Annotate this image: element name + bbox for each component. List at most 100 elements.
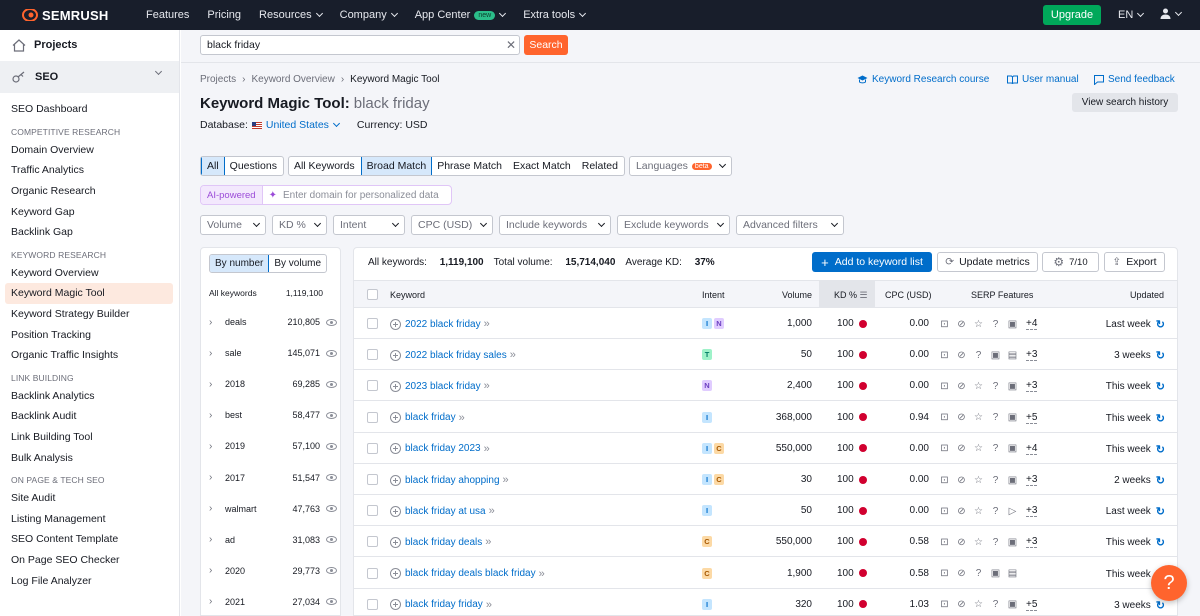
keyword-link[interactable]: 2022 black friday» [390, 318, 490, 330]
sort-by-volume[interactable]: By volume [269, 255, 326, 272]
table-row[interactable]: black friday deals» C 550,000 100 0.58 ⊡ ⊘ ☆? ▣ +… [354, 526, 1177, 558]
column-settings-button[interactable]: ⚙ 7/10 [1042, 252, 1099, 272]
header-keyword[interactable]: Keyword [390, 290, 425, 300]
header-cpc[interactable]: CPC (USD) [885, 290, 932, 300]
groups-header[interactable]: All keywords 1,119,100 [209, 288, 337, 298]
table-row[interactable]: black friday» I 368,000 100 0.94 ⊡ ⊘ ☆? ▣ +5 This … [354, 402, 1177, 433]
sidebar-item-keyword-overview[interactable]: Keyword Overview [0, 263, 179, 284]
group-row[interactable]: › deals 210,805 [209, 312, 337, 332]
keyword-link[interactable]: black friday at usa» [390, 505, 495, 517]
sidebar-item-organic-research[interactable]: Organic Research [0, 181, 179, 202]
refresh-icon[interactable]: ↻ [1156, 536, 1165, 549]
eye-icon[interactable] [326, 567, 337, 575]
select-all-checkbox[interactable] [367, 289, 378, 300]
chevron-right-icon[interactable]: › [209, 565, 225, 576]
chevron-right-icon[interactable]: › [209, 379, 225, 390]
group-row[interactable]: › 2019 57,100 [209, 436, 337, 456]
table-row[interactable]: black friday at usa» I 50 100 0.00 ⊡ ⊘ ☆? ▷ +3 Las… [354, 495, 1177, 527]
open-keyword-icon[interactable]: » [486, 599, 492, 611]
sidebar-item-seo-dashboard[interactable]: SEO Dashboard [0, 99, 179, 120]
sort-by-number[interactable]: By number [210, 255, 270, 272]
table-row[interactable]: black friday deals black friday» C 1,900 10… [354, 558, 1177, 589]
eye-icon[interactable] [326, 442, 337, 450]
refresh-icon[interactable]: ↻ [1156, 505, 1165, 518]
open-keyword-icon[interactable]: » [484, 380, 490, 392]
open-keyword-icon[interactable]: » [459, 412, 465, 424]
nav-features[interactable]: Features [146, 9, 189, 21]
clear-search-icon[interactable]: ✕ [506, 38, 516, 52]
keyword-link[interactable]: black friday deals black friday» [390, 568, 545, 580]
sidebar-item-log-file-analyzer[interactable]: Log File Analyzer [0, 570, 179, 591]
sidebar-item-backlink-audit[interactable]: Backlink Audit [0, 406, 179, 427]
group-row[interactable]: › 2017 51,547 [209, 468, 337, 488]
language-selector[interactable]: EN [1118, 9, 1145, 21]
refresh-icon[interactable]: ↻ [1156, 349, 1165, 362]
add-keyword-icon[interactable] [390, 412, 401, 424]
filter-cpc-usd-dropdown[interactable]: CPC (USD) [411, 215, 493, 235]
header-updated[interactable]: Updated [1130, 290, 1164, 300]
sidebar-item-traffic-analytics[interactable]: Traffic Analytics [0, 160, 179, 181]
filter-exclude-keywords-dropdown[interactable]: Exclude keywords [617, 215, 730, 235]
refresh-icon[interactable]: ↻ [1156, 318, 1165, 331]
table-row[interactable]: black friday ahopping» I C 30 100 0.00 ⊡ ⊘ ☆? ▣ +3… [354, 464, 1177, 495]
serp-more-count[interactable]: +3 [1026, 380, 1038, 393]
group-row[interactable]: › ad 31,083 [209, 530, 337, 550]
eye-icon[interactable] [326, 598, 337, 606]
sidebar-item-on-page-seo-checker[interactable]: On Page SEO Checker [0, 550, 179, 571]
refresh-icon[interactable]: ↻ [1156, 443, 1165, 456]
filter-phrase-match[interactable]: Phrase Match [432, 157, 508, 175]
eye-icon[interactable] [326, 474, 337, 481]
eye-icon[interactable] [326, 349, 337, 357]
keyword-link[interactable]: 2023 black friday» [390, 380, 490, 392]
group-row[interactable]: › sale 145,071 [209, 343, 337, 363]
open-keyword-icon[interactable]: » [484, 318, 490, 330]
row-checkbox[interactable] [367, 349, 378, 361]
row-checkbox[interactable] [367, 598, 378, 610]
keyword-link[interactable]: black friday ahopping» [390, 474, 509, 486]
chevron-right-icon[interactable]: › [209, 472, 225, 483]
serp-more-count[interactable]: +4 [1026, 443, 1038, 455]
keyword-link[interactable]: black friday» [390, 412, 465, 424]
refresh-icon[interactable]: ↻ [1156, 474, 1165, 487]
user-menu[interactable] [1160, 8, 1183, 19]
open-keyword-icon[interactable]: » [484, 443, 490, 455]
sidebar-seo-toggle[interactable]: SEO [0, 61, 179, 93]
sidebar-item-organic-traffic-insights[interactable]: Organic Traffic Insights [0, 345, 179, 366]
table-row[interactable]: 2023 black friday» N 2,400 100 0.00 ⊡ ⊘ ☆? ▣ +3 Th… [354, 370, 1177, 402]
sidebar-item-keyword-gap[interactable]: Keyword Gap [0, 201, 179, 222]
open-keyword-icon[interactable]: » [510, 349, 516, 361]
add-keyword-icon[interactable] [390, 505, 401, 517]
add-keyword-icon[interactable] [390, 474, 401, 486]
header-serp-features[interactable]: SERP Features [971, 290, 1033, 300]
sidebar-item-backlink-gap[interactable]: Backlink Gap [0, 222, 179, 243]
refresh-icon[interactable]: ↻ [1156, 599, 1165, 612]
chevron-right-icon[interactable]: › [209, 348, 225, 359]
sidebar-item-listing-management[interactable]: Listing Management [0, 509, 179, 530]
header-kd[interactable]: KD % ☰ [834, 290, 868, 301]
ai-domain-input[interactable]: AI-powered ✦ Enter domain for personalize… [200, 185, 452, 205]
eye-icon[interactable] [326, 411, 337, 419]
search-button[interactable]: Search [524, 35, 568, 55]
update-metrics-button[interactable]: ⟳ Update metrics [937, 252, 1038, 272]
add-keyword-icon[interactable] [390, 318, 401, 330]
sidebar-item-backlink-analytics[interactable]: Backlink Analytics [0, 386, 179, 407]
semrush-logo[interactable]: SEMRUSH [22, 8, 142, 23]
filter-intent-dropdown[interactable]: Intent [333, 215, 405, 235]
serp-more-count[interactable]: +3 [1026, 505, 1038, 518]
sidebar-item-position-tracking[interactable]: Position Tracking [0, 324, 179, 345]
keyword-link[interactable]: black friday 2023» [390, 443, 490, 455]
sidebar-item-keyword-magic-tool[interactable]: Keyword Magic Tool [5, 283, 173, 304]
send-feedback-link[interactable]: Send feedback [1094, 74, 1175, 85]
open-keyword-icon[interactable]: » [485, 536, 491, 548]
chevron-right-icon[interactable]: › [209, 503, 225, 514]
filter-advanced-filters-dropdown[interactable]: Advanced filters [736, 215, 844, 235]
add-keyword-icon[interactable] [390, 443, 401, 455]
serp-more-count[interactable]: +5 [1026, 599, 1038, 611]
open-keyword-icon[interactable]: » [503, 474, 509, 486]
row-checkbox[interactable] [367, 380, 378, 392]
open-keyword-icon[interactable]: » [489, 505, 495, 517]
filter-include-keywords-dropdown[interactable]: Include keywords [499, 215, 611, 235]
database-selector[interactable]: United States [251, 119, 340, 131]
add-to-keyword-list-button[interactable]: + Add to keyword list [812, 252, 932, 272]
add-keyword-icon[interactable] [390, 599, 401, 611]
